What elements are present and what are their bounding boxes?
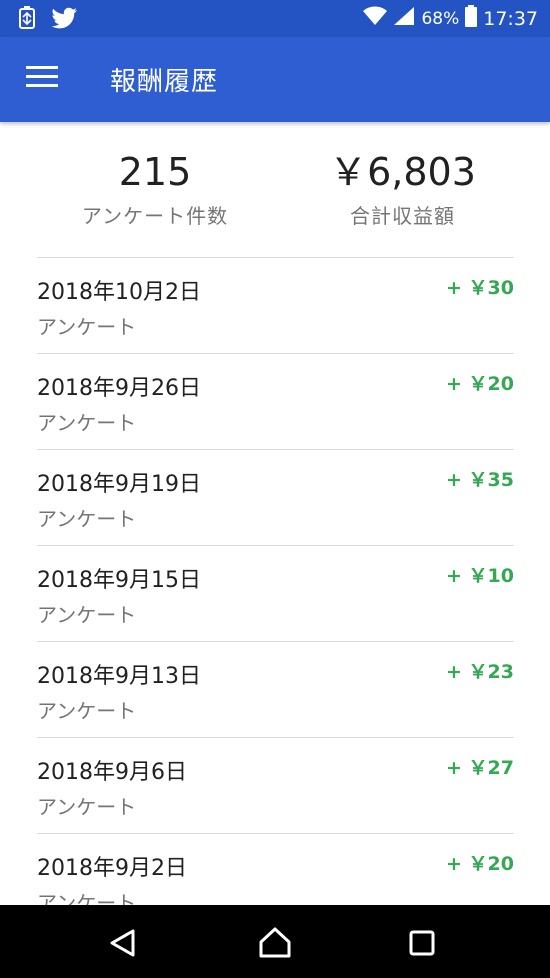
history-date: 2018年9月6日	[37, 760, 187, 785]
app-bar: 報酬履歴	[0, 37, 550, 122]
signal-icon	[393, 6, 415, 31]
history-date: 2018年9月15日	[37, 568, 201, 593]
total-earnings-label: 合計収益額	[350, 204, 455, 228]
list-item[interactable]: 2018年9月6日 アンケート + ￥27	[37, 737, 514, 833]
history-amount: + ￥35	[446, 469, 514, 491]
hamburger-menu-icon	[26, 66, 58, 87]
history-type: アンケート	[37, 315, 137, 339]
reward-history-list: 2018年10月2日 アンケート + ￥30 2018年9月26日 アンケート …	[37, 257, 514, 929]
twitter-icon	[51, 7, 78, 33]
wifi-icon	[363, 6, 388, 31]
battery-saver-notification-icon	[18, 6, 36, 34]
page-title: 報酬履歴	[110, 67, 219, 97]
survey-count-label: アンケート件数	[81, 204, 229, 228]
system-status: 68% 17:37	[363, 5, 538, 32]
clock: 17:37	[483, 7, 538, 30]
back-button[interactable]	[103, 923, 143, 963]
total-earnings-block: ￥6,803 合計収益額	[290, 150, 515, 229]
list-item[interactable]: 2018年9月19日 アンケート + ￥35	[37, 449, 514, 545]
history-type: アンケート	[37, 507, 137, 531]
status-bar: 68% 17:37	[0, 0, 550, 37]
list-item[interactable]: 2018年9月15日 アンケート + ￥10	[37, 545, 514, 641]
history-amount: + ￥10	[446, 565, 514, 587]
list-item[interactable]: 2018年9月13日 アンケート + ￥23	[37, 641, 514, 737]
history-date: 2018年9月19日	[37, 472, 201, 497]
square-icon	[409, 930, 435, 956]
back-triangle-icon	[110, 929, 135, 957]
earnings-summary: 215 アンケート件数 ￥6,803 合計収益額	[0, 150, 550, 240]
total-earnings-value: ￥6,803	[329, 150, 476, 194]
system-navigation-bar	[0, 905, 550, 978]
recent-apps-button[interactable]	[402, 923, 442, 963]
history-amount: + ￥20	[446, 373, 514, 395]
history-date: 2018年9月2日	[37, 856, 187, 881]
history-type: アンケート	[37, 411, 137, 435]
history-amount: + ￥20	[446, 853, 514, 875]
history-amount: + ￥30	[446, 277, 514, 299]
history-date: 2018年9月13日	[37, 664, 201, 689]
battery-icon	[465, 5, 478, 32]
history-type: アンケート	[37, 699, 137, 723]
history-amount: + ￥27	[446, 757, 514, 779]
home-button[interactable]	[255, 923, 295, 963]
history-amount: + ￥23	[446, 661, 514, 683]
survey-count-block: 215 アンケート件数	[40, 150, 270, 229]
history-date: 2018年9月26日	[37, 376, 201, 401]
battery-percent: 68%	[421, 8, 460, 29]
list-item[interactable]: 2018年10月2日 アンケート + ￥30	[37, 257, 514, 353]
home-icon	[259, 927, 291, 958]
notification-icons	[18, 6, 78, 34]
history-type: アンケート	[37, 795, 137, 819]
history-date: 2018年10月2日	[37, 280, 201, 305]
survey-count-value: 215	[118, 150, 192, 194]
menu-button[interactable]	[26, 65, 58, 93]
list-item[interactable]: 2018年9月26日 アンケート + ￥20	[37, 353, 514, 449]
history-type: アンケート	[37, 603, 137, 627]
